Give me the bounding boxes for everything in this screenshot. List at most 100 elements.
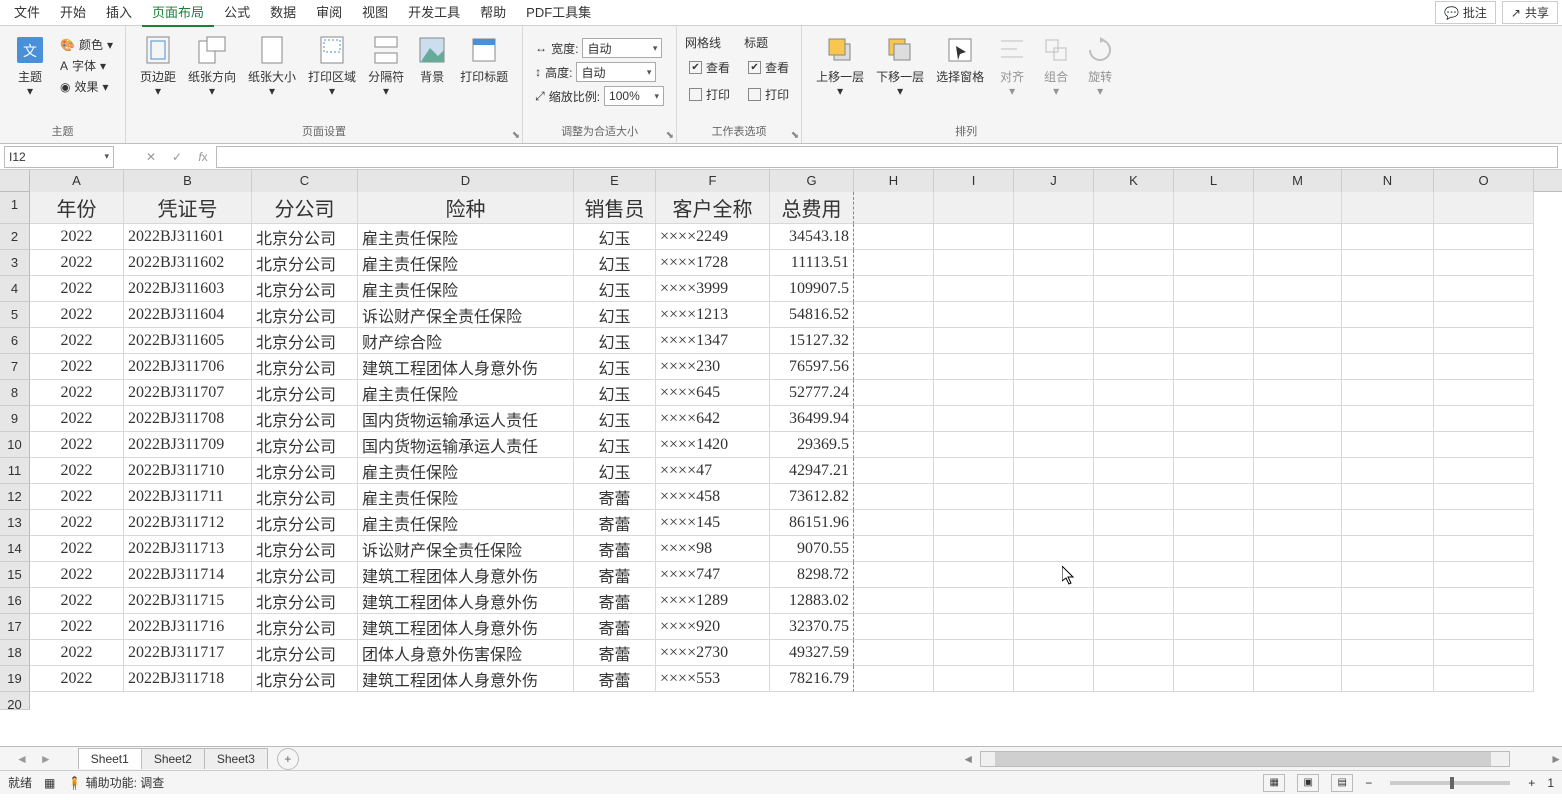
cell[interactable] — [1434, 250, 1534, 276]
cell[interactable]: 2022 — [30, 458, 124, 484]
cell[interactable]: ××××145 — [656, 510, 770, 536]
menu-tab-页面布局[interactable]: 页面布局 — [142, 0, 214, 27]
cell[interactable] — [1014, 276, 1094, 302]
cell[interactable] — [1174, 640, 1254, 666]
cell[interactable] — [1094, 276, 1174, 302]
cell[interactable] — [934, 666, 1014, 692]
cell[interactable] — [1094, 562, 1174, 588]
column-header-F[interactable]: F — [656, 170, 770, 192]
cell[interactable]: ××××553 — [656, 666, 770, 692]
row-header[interactable]: 2 — [0, 224, 30, 250]
cell[interactable] — [1174, 562, 1254, 588]
cell[interactable] — [1434, 614, 1534, 640]
cell[interactable] — [1342, 406, 1434, 432]
cell[interactable]: 团体人身意外伤害保险 — [358, 640, 574, 666]
cell[interactable] — [854, 328, 934, 354]
cell[interactable] — [1094, 224, 1174, 250]
cell[interactable]: 15127.32 — [770, 328, 854, 354]
cell[interactable] — [1174, 302, 1254, 328]
cell[interactable] — [1434, 484, 1534, 510]
cell[interactable]: 36499.94 — [770, 406, 854, 432]
cell[interactable] — [1174, 432, 1254, 458]
group-button[interactable]: 组合▾ — [1034, 30, 1078, 99]
print-titles-button[interactable]: 打印标题 — [454, 30, 514, 84]
cell[interactable] — [1174, 536, 1254, 562]
cell[interactable]: 9070.55 — [770, 536, 854, 562]
cell[interactable]: 雇主责任保险 — [358, 458, 574, 484]
cell[interactable] — [1014, 614, 1094, 640]
cell[interactable] — [934, 380, 1014, 406]
zoom-out-button[interactable]: − — [1365, 776, 1372, 790]
horizontal-scrollbar[interactable] — [980, 751, 1510, 767]
cell[interactable]: 建筑工程团体人身意外伤 — [358, 354, 574, 380]
cell[interactable] — [854, 276, 934, 302]
spreadsheet-grid[interactable]: ABCDEFGHIJKLMNO 123456789101112131415161… — [0, 170, 1562, 746]
size-button[interactable]: 纸张大小▾ — [242, 30, 302, 99]
cell[interactable] — [1174, 224, 1254, 250]
cell[interactable] — [1094, 250, 1174, 276]
view-page-break-button[interactable]: ▤ — [1331, 774, 1353, 792]
cell[interactable]: ××××1289 — [656, 588, 770, 614]
cell[interactable] — [1094, 432, 1174, 458]
cell[interactable] — [1254, 250, 1342, 276]
cell[interactable]: 49327.59 — [770, 640, 854, 666]
cell[interactable]: 42947.21 — [770, 458, 854, 484]
cell[interactable]: 寄蕾 — [574, 588, 656, 614]
cell[interactable]: 幻玉 — [574, 328, 656, 354]
hscroll-right[interactable]: ► — [1550, 752, 1562, 766]
cell[interactable] — [854, 536, 934, 562]
row-header[interactable]: 10 — [0, 432, 30, 458]
row-header[interactable]: 7 — [0, 354, 30, 380]
sheet-tab-Sheet2[interactable]: Sheet2 — [141, 748, 205, 769]
cell[interactable]: 2022BJ311712 — [124, 510, 252, 536]
cell[interactable] — [1342, 666, 1434, 692]
cell[interactable]: 北京分公司 — [252, 276, 358, 302]
cell[interactable]: 幻玉 — [574, 276, 656, 302]
cell[interactable] — [1434, 666, 1534, 692]
cell[interactable] — [1342, 380, 1434, 406]
cell[interactable]: 北京分公司 — [252, 250, 358, 276]
cell[interactable]: 雇主责任保险 — [358, 510, 574, 536]
cell[interactable] — [1342, 510, 1434, 536]
cell[interactable]: 北京分公司 — [252, 484, 358, 510]
fx-button[interactable]: fx — [190, 150, 216, 164]
menu-tab-插入[interactable]: 插入 — [96, 0, 142, 27]
cell[interactable] — [1254, 562, 1342, 588]
cell[interactable] — [1342, 536, 1434, 562]
cell[interactable] — [1434, 192, 1534, 224]
page-setup-launcher[interactable]: ⬊ — [512, 130, 520, 141]
cell[interactable] — [1434, 302, 1534, 328]
cell[interactable]: ××××2730 — [656, 640, 770, 666]
select-all-corner[interactable] — [0, 170, 30, 192]
column-header-A[interactable]: A — [30, 170, 124, 192]
column-header-G[interactable]: G — [770, 170, 854, 192]
cell[interactable]: 2022BJ311707 — [124, 380, 252, 406]
column-header-O[interactable]: O — [1434, 170, 1534, 192]
sheet-nav-prev[interactable]: ◄ — [10, 752, 34, 766]
align-button[interactable]: 对齐▾ — [990, 30, 1034, 99]
cell[interactable] — [854, 406, 934, 432]
cell[interactable] — [1434, 432, 1534, 458]
row-header[interactable]: 16 — [0, 588, 30, 614]
sheet-tab-Sheet1[interactable]: Sheet1 — [78, 748, 142, 769]
cell[interactable]: 2022 — [30, 484, 124, 510]
cell[interactable] — [854, 380, 934, 406]
cell[interactable] — [1094, 484, 1174, 510]
menu-tab-开始[interactable]: 开始 — [50, 0, 96, 27]
headings-print-checkbox[interactable]: 打印 — [744, 84, 793, 105]
cell[interactable]: 8298.72 — [770, 562, 854, 588]
column-header-E[interactable]: E — [574, 170, 656, 192]
cell[interactable] — [934, 510, 1014, 536]
cell[interactable]: 2022 — [30, 588, 124, 614]
cell[interactable]: 2022 — [30, 380, 124, 406]
cell[interactable] — [854, 484, 934, 510]
accessibility-button[interactable]: 🧍 辅助功能: 调查 — [67, 774, 164, 791]
cell[interactable]: 建筑工程团体人身意外伤 — [358, 666, 574, 692]
cell[interactable] — [1174, 328, 1254, 354]
cell[interactable]: 2022 — [30, 302, 124, 328]
cell[interactable] — [934, 276, 1014, 302]
cell[interactable] — [1254, 510, 1342, 536]
cell[interactable] — [1014, 562, 1094, 588]
menu-tab-数据[interactable]: 数据 — [260, 0, 306, 27]
cell[interactable] — [854, 614, 934, 640]
